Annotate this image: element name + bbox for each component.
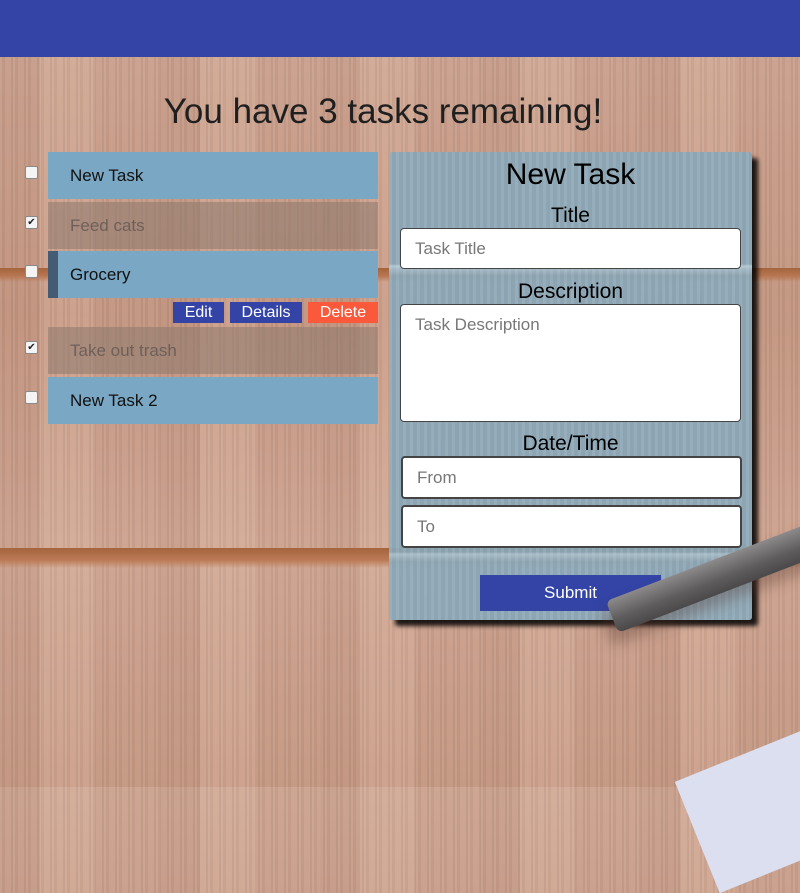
task-details-button[interactable]: Details <box>230 302 302 323</box>
task-checkbox[interactable] <box>25 391 38 404</box>
task-checkbox[interactable]: ✔ <box>25 216 38 229</box>
edit-task-button[interactable]: Edit <box>173 302 224 323</box>
task-card[interactable]: New Task 2 <box>48 377 378 424</box>
tasks-remaining-heading: You have 3 tasks remaining! <box>163 92 603 131</box>
task-title-input[interactable] <box>400 228 741 269</box>
task-checkbox[interactable] <box>25 265 38 278</box>
task-card-completed[interactable]: Take out trash <box>48 327 378 374</box>
task-checkbox[interactable]: ✔ <box>25 341 38 354</box>
task-card[interactable]: Grocery <box>48 251 378 298</box>
task-card[interactable]: New Task <box>48 152 378 199</box>
task-checkbox[interactable] <box>25 166 38 179</box>
datetime-label: Date/Time <box>522 432 619 455</box>
task-card-completed[interactable]: Feed cats <box>48 202 378 249</box>
task-description-input[interactable] <box>400 304 741 422</box>
description-label: Description <box>517 280 624 303</box>
from-datetime-input[interactable] <box>401 456 742 499</box>
form-title: New Task <box>505 158 636 191</box>
delete-task-button[interactable]: Delete <box>308 302 378 323</box>
top-app-bar <box>0 0 800 57</box>
to-datetime-input[interactable] <box>401 505 742 548</box>
paper-decoration <box>674 706 800 893</box>
new-task-form: New Task Title Description Date/Time Sub… <box>389 152 752 620</box>
title-label: Title <box>551 204 590 227</box>
